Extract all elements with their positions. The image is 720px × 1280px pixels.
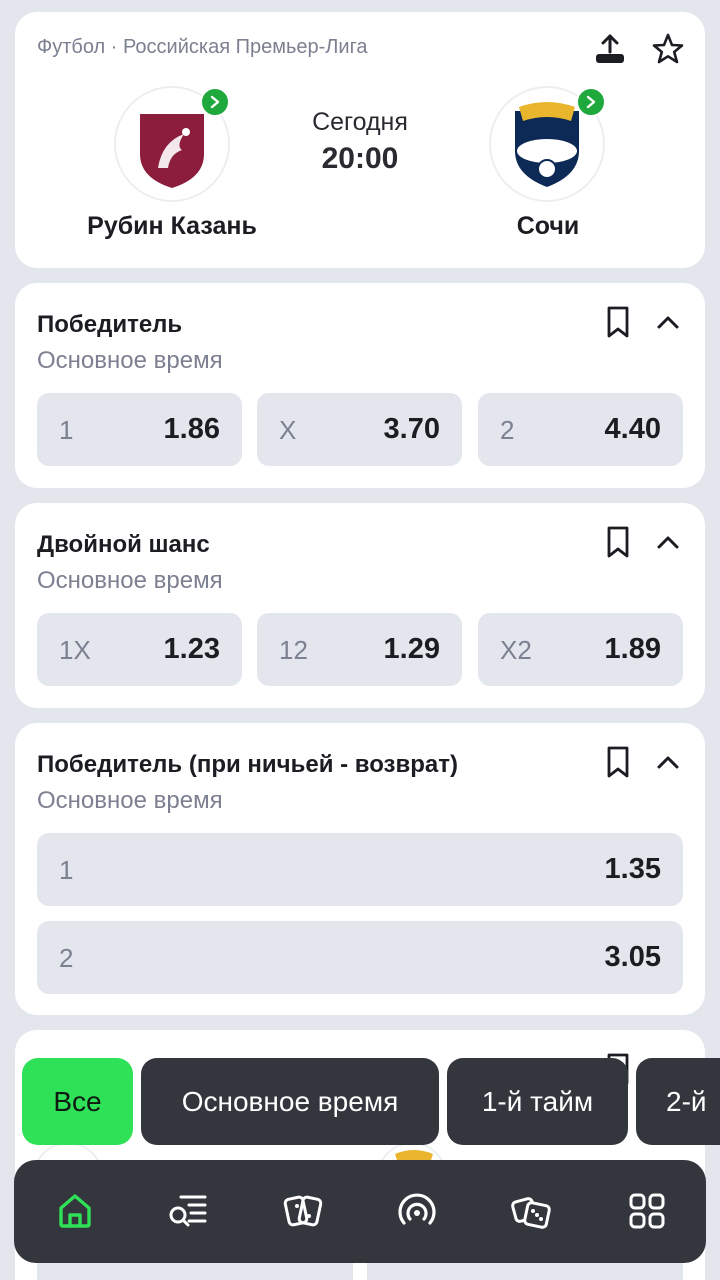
star-icon[interactable] (651, 32, 685, 66)
odds-label: X2 (500, 635, 532, 665)
home-icon (59, 1194, 91, 1228)
nav-casino[interactable] (508, 1188, 554, 1234)
odds-label: 2 (59, 943, 74, 973)
odds-value: 1.86 (163, 413, 220, 445)
nav-menu[interactable] (624, 1188, 670, 1234)
market-double-chance: Двойной шанс Основное время 1X 1.23 12 1… (15, 503, 705, 708)
market-draw-no-bet: Победитель (при ничьей - возврат) Основн… (15, 723, 705, 1015)
match-date: Сегодня (312, 108, 408, 136)
grid-icon (629, 1193, 665, 1229)
odds-button-1[interactable]: 1 1.86 (37, 393, 242, 466)
cards-icon (283, 1195, 323, 1227)
bookmark-icon[interactable] (603, 745, 633, 779)
filter-chip-second-half[interactable]: 2-й (636, 1058, 720, 1145)
odds-value: 1.29 (383, 633, 440, 665)
chevron-up-icon[interactable] (653, 529, 683, 555)
filter-chip-all[interactable]: Все (22, 1058, 133, 1145)
odds-button-1x[interactable]: 1X 1.23 (37, 613, 242, 686)
market-subtitle: Основное время (37, 567, 223, 594)
market-subtitle: Основное время (37, 787, 223, 814)
odds-label: 2 (500, 415, 515, 445)
odds-label: 1X (59, 635, 91, 665)
nav-search[interactable] (165, 1188, 211, 1234)
bookmark-icon[interactable] (603, 305, 633, 339)
odds-button-2[interactable]: 2 3.05 (37, 921, 683, 994)
share-icon[interactable] (593, 32, 627, 66)
nav-cards[interactable] (280, 1188, 326, 1234)
filter-chip-first-half[interactable]: 1-й тайм (447, 1058, 628, 1145)
odds-label: 12 (279, 635, 308, 665)
chevron-right-icon (210, 95, 220, 109)
market-title: Победитель (37, 311, 183, 338)
match-header: Футбол · Российская Премьер-Лига Сегодня… (15, 12, 705, 268)
away-team-name[interactable]: Сочи (398, 212, 698, 241)
chevron-up-icon[interactable] (653, 749, 683, 775)
odds-label: X (279, 415, 297, 445)
market-subtitle: Основное время (37, 347, 223, 374)
live-icon (398, 1193, 436, 1225)
nav-live[interactable] (394, 1188, 440, 1234)
home-team-link-badge[interactable] (200, 87, 230, 117)
odds-button-1[interactable]: 1 1.35 (37, 833, 683, 906)
odds-value: 1.35 (604, 853, 661, 885)
sochi-crest-icon (515, 102, 579, 187)
odds-value: 3.70 (383, 413, 440, 445)
chevron-up-icon[interactable] (653, 309, 683, 335)
filter-chip-main-time[interactable]: Основное время (141, 1058, 439, 1145)
market-title: Двойной шанс (37, 531, 210, 558)
league-name: Футбол · Российская Премьер-Лига (37, 36, 368, 58)
rubin-crest-icon (140, 100, 204, 188)
away-team-link-badge[interactable] (576, 87, 606, 117)
odds-button-12[interactable]: 12 1.29 (257, 613, 462, 686)
odds-label: 1 (59, 415, 74, 445)
market-winner: Победитель Основное время 1 1.86 X 3.70 … (15, 283, 705, 488)
nav-home[interactable] (52, 1188, 98, 1234)
chevron-right-icon (586, 95, 596, 109)
odds-button-2[interactable]: 2 4.40 (478, 393, 683, 466)
bottom-navigation (14, 1160, 706, 1263)
odds-value: 3.05 (604, 941, 661, 973)
market-title: Победитель (при ничьей - возврат) (37, 751, 458, 778)
odds-button-x2[interactable]: X2 1.89 (478, 613, 683, 686)
odds-button-x[interactable]: X 3.70 (257, 393, 462, 466)
odds-value: 1.89 (604, 633, 661, 665)
search-list-icon (169, 1195, 207, 1227)
odds-value: 1.23 (163, 633, 220, 665)
odds-label: 1 (59, 855, 74, 885)
match-time: 20:00 (321, 142, 399, 175)
dice-icon (511, 1197, 551, 1229)
bookmark-icon[interactable] (603, 525, 633, 559)
odds-value: 4.40 (604, 413, 661, 445)
home-team-name[interactable]: Рубин Казань (22, 212, 322, 241)
